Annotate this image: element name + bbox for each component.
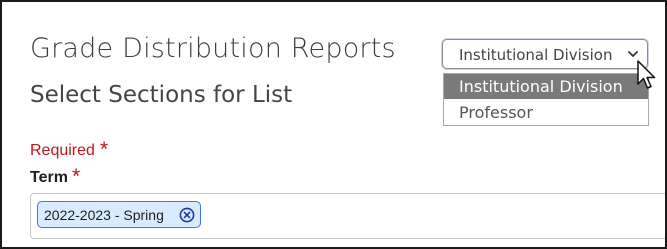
page-subtitle: Select Sections for List bbox=[30, 82, 293, 108]
page-frame: Grade Distribution Reports Select Sectio… bbox=[0, 0, 667, 249]
option-institutional-division[interactable]: Institutional Division bbox=[444, 74, 648, 99]
term-chip: 2022-2023 - Spring bbox=[37, 201, 201, 228]
cursor-arrow-icon bbox=[637, 60, 656, 89]
required-indicator: Required * bbox=[30, 137, 108, 161]
term-multiselect-input[interactable]: 2022-2023 - Spring bbox=[30, 193, 665, 239]
required-asterisk: * bbox=[99, 138, 109, 161]
circle-x-icon[interactable] bbox=[179, 207, 195, 223]
report-type-select-value: Institutional Division bbox=[459, 46, 613, 64]
term-required-asterisk: * bbox=[71, 165, 81, 188]
report-type-select[interactable]: Institutional Division bbox=[442, 39, 648, 69]
term-label: Term bbox=[30, 169, 68, 186]
option-professor[interactable]: Professor bbox=[444, 100, 648, 125]
term-chip-label: 2022-2023 - Spring bbox=[44, 207, 164, 223]
required-label: Required bbox=[30, 142, 95, 159]
term-field-label: Term * bbox=[30, 164, 80, 188]
report-type-dropdown: Institutional Division Professor bbox=[443, 73, 649, 126]
page-title: Grade Distribution Reports bbox=[30, 33, 396, 64]
